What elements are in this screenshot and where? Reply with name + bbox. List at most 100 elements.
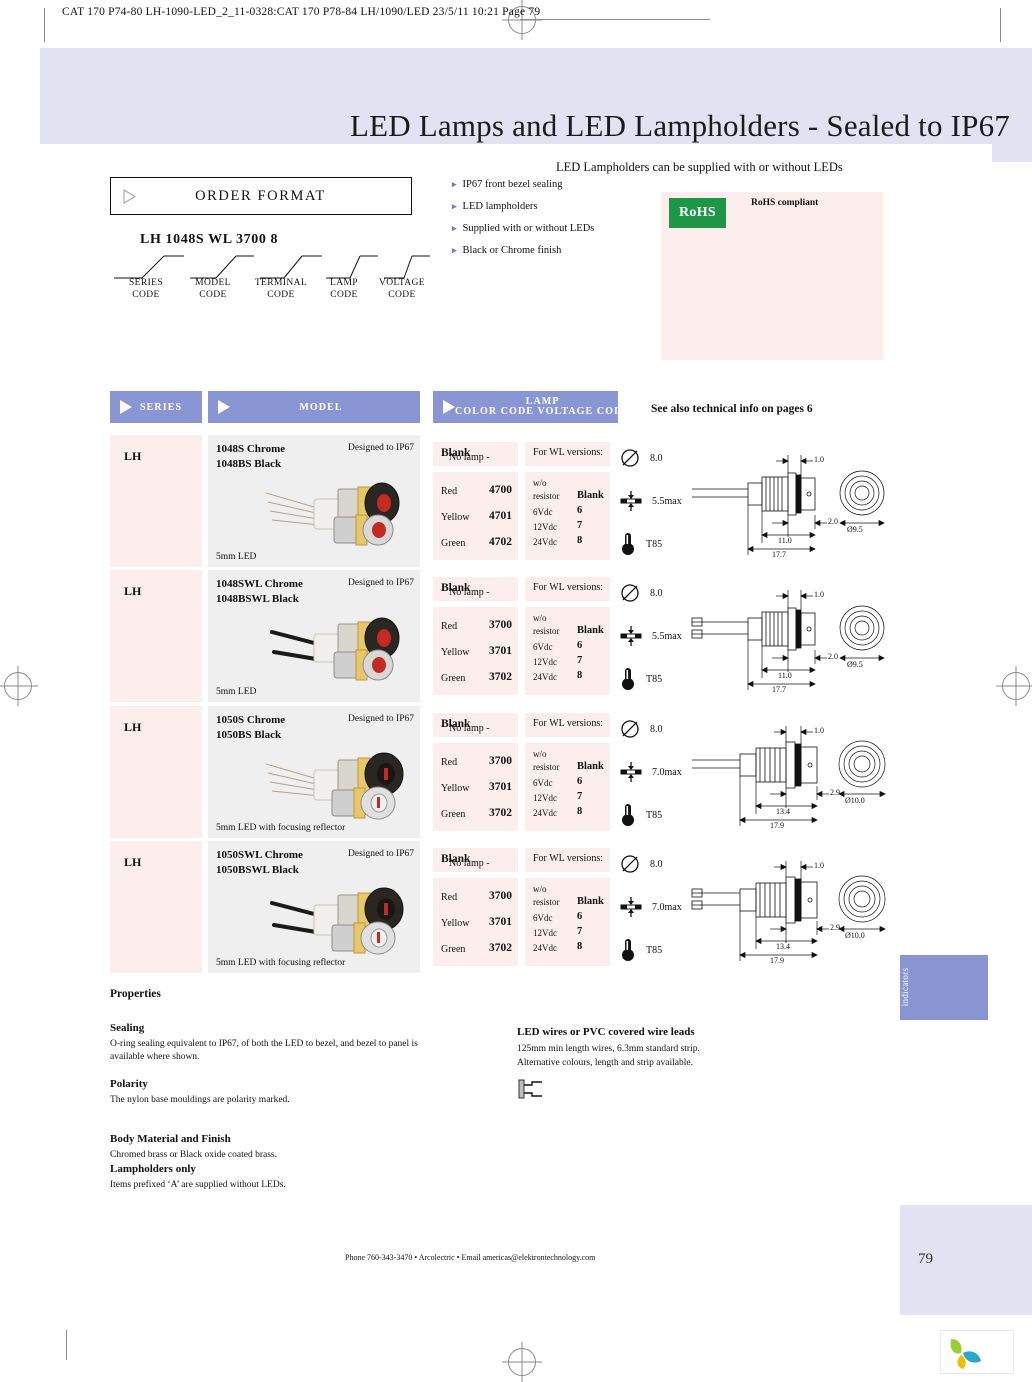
no-lamp-text: No lamp - Blank <box>441 718 490 734</box>
legend-item-terminal: TERMINAL CODE <box>246 278 316 301</box>
dim-d: 17.9 <box>770 956 784 965</box>
spec-temp-value: T85 <box>646 673 663 685</box>
voltage-label: 12Vdc <box>533 522 557 532</box>
no-lamp-cell: No lamp - Blank <box>433 848 518 872</box>
dim-c: 11.0 <box>778 536 792 545</box>
spec-temp-value: T85 <box>646 944 663 956</box>
wire-heading: LED wires or PVC covered wire leads <box>517 1026 695 1038</box>
wire-lead-icon <box>518 1078 544 1105</box>
voltage-code: Blank <box>577 625 604 636</box>
dimension-drawing: 1.0 2.0 11.0 17.7 Ø9.5 <box>690 580 890 700</box>
order-format-legend: SERIES CODE MODEL CODE TERMINAL CODE LAM… <box>112 278 432 301</box>
rohs-compliant-label: RoHS compliant <box>751 198 819 208</box>
wire-body: 125mm min length wires, 6.3mm standard s… <box>517 1042 847 1070</box>
color-code: 3700 <box>489 755 512 767</box>
model-name-black: 1048BSWL Black <box>216 593 299 605</box>
voltage-label: 12Vdc <box>533 657 557 667</box>
voltage-code: 8 <box>577 535 583 546</box>
model-name-black: 1050BS Black <box>216 729 282 741</box>
spec-icons: 8.0 5.5max T85 <box>620 583 690 693</box>
wl-versions-cell: For WL versions: <box>525 577 610 601</box>
side-tab-label: indicators <box>900 967 910 1007</box>
diameter-icon <box>621 449 639 467</box>
bullet-text: Supplied with or without LEDs <box>462 223 595 234</box>
voltage-label: w/o <box>533 613 547 623</box>
voltage-code-cell: w/o resistor Blank 6Vdc 6 12Vdc 7 24Vdc … <box>525 607 610 695</box>
bullet-marker-icon: ▸ <box>452 245 457 255</box>
wl-header: For WL versions: <box>533 447 603 458</box>
side-tab-indicators[interactable]: indicators <box>900 955 988 1020</box>
spec-panel-value: 7.0max <box>652 901 682 913</box>
triangle-right-icon <box>218 400 230 414</box>
product-photo <box>265 477 416 555</box>
dim-b: 2.9 <box>830 788 840 797</box>
crop-mark-left-top <box>44 8 45 42</box>
model-cell: 1050S Chrome 1050BS Black Designed to IP… <box>208 706 420 838</box>
voltage-code: 7 <box>577 926 583 937</box>
bullet-marker-icon: ▸ <box>452 223 457 233</box>
color-code-cell: Red 3700 Yellow 3701 Green 3702 <box>433 607 518 695</box>
model-cell: 1048SWL Chrome 1048BSWL Black Designed t… <box>208 570 420 702</box>
voltage-code-cell: w/o resistor Blank 6Vdc 6 12Vdc 7 24Vdc … <box>525 743 610 831</box>
legend-line1: MODEL <box>195 278 231 288</box>
voltage-code-cell: w/o resistor Blank 6Vdc 6 12Vdc 7 24Vdc … <box>525 472 610 560</box>
diameter-icon <box>621 584 639 602</box>
diameter-icon <box>621 855 639 873</box>
feature-bullet-list: ▸ IP67 front bezel sealing ▸ LED lamphol… <box>452 178 662 266</box>
property-body-sealing: O-ring sealing equivalent to IP67, of bo… <box>110 1039 418 1062</box>
bullet-text: LED lampholders <box>462 201 538 212</box>
no-lamp-text: No lamp - Blank <box>441 582 490 598</box>
legend-line2: CODE <box>132 289 160 300</box>
dim-front: Ø10.0 <box>845 931 865 940</box>
wl-header: For WL versions: <box>533 853 603 864</box>
temperature-icon <box>622 533 634 555</box>
list-item: ▸ LED lampholders <box>452 200 662 213</box>
order-format-box: ORDER FORMAT <box>110 177 412 215</box>
dim-d: 17.7 <box>772 685 786 694</box>
product-photo <box>266 612 416 690</box>
color-code: 3702 <box>489 671 512 683</box>
model-name-chrome: 1048SWL Chrome <box>216 578 303 590</box>
color-code: 3700 <box>489 890 512 902</box>
spec-panel-value: 5.5max <box>652 495 682 507</box>
triangle-right-icon <box>443 400 455 414</box>
product-photo <box>265 748 416 826</box>
watermark-logo <box>940 1330 1014 1374</box>
bullet-marker-icon: ▸ <box>452 201 457 211</box>
ip-note: Designed to IP67 <box>348 849 414 859</box>
model-footnote: 5mm LED <box>216 687 257 697</box>
voltage-label: 6Vdc <box>533 778 553 788</box>
property-body-body-material: Chromed brass or Black oxide coated bras… <box>110 1150 277 1160</box>
spec-panel-value: 7.0max <box>652 766 682 778</box>
series-code: LH <box>124 720 142 734</box>
voltage-label2: resistor <box>533 491 560 501</box>
legend-line2: CODE <box>199 289 227 300</box>
wire-line2: Alternative colours, length and strip av… <box>517 1058 693 1068</box>
voltage-code: 6 <box>577 640 583 651</box>
dimension-drawing: 1.0 2.9 13.4 17.9 Ø10.0 <box>690 851 890 971</box>
legend-line1: VOLTAGE <box>378 278 426 288</box>
voltage-code-cell: w/o resistor Blank 6Vdc 6 12Vdc 7 24Vdc … <box>525 878 610 966</box>
bullet-text: IP67 front bezel sealing <box>462 179 563 190</box>
legend-line2: CODE <box>330 289 358 300</box>
list-item: ▸ Supplied with or without LEDs <box>452 222 662 235</box>
voltage-label2: resistor <box>533 897 560 907</box>
color-name: Green <box>441 538 466 549</box>
header-label: MODEL <box>299 401 343 413</box>
no-lamp-label: No lamp - <box>449 858 490 869</box>
voltage-label: 6Vdc <box>533 507 553 517</box>
model-names: 1048SWL Chrome 1048BSWL Black <box>216 577 303 607</box>
ip-note: Designed to IP67 <box>348 578 414 588</box>
diameter-icon <box>621 720 639 738</box>
datasheet-page: CAT 170 P74-80 LH-1090-LED_2_11-0328:CAT… <box>0 0 1032 1377</box>
dim-a: 1.0 <box>814 726 824 735</box>
color-code: 3701 <box>489 645 512 657</box>
table-row: LH <box>110 570 202 702</box>
voltage-label: 12Vdc <box>533 793 557 803</box>
registration-mark-left <box>4 672 32 700</box>
series-code: LH <box>124 449 142 463</box>
crop-mark-left-bottom <box>66 1330 67 1360</box>
dim-c: 13.4 <box>776 807 790 816</box>
crop-mark-right-top <box>1000 8 1001 42</box>
dim-b: 2.0 <box>828 517 838 526</box>
